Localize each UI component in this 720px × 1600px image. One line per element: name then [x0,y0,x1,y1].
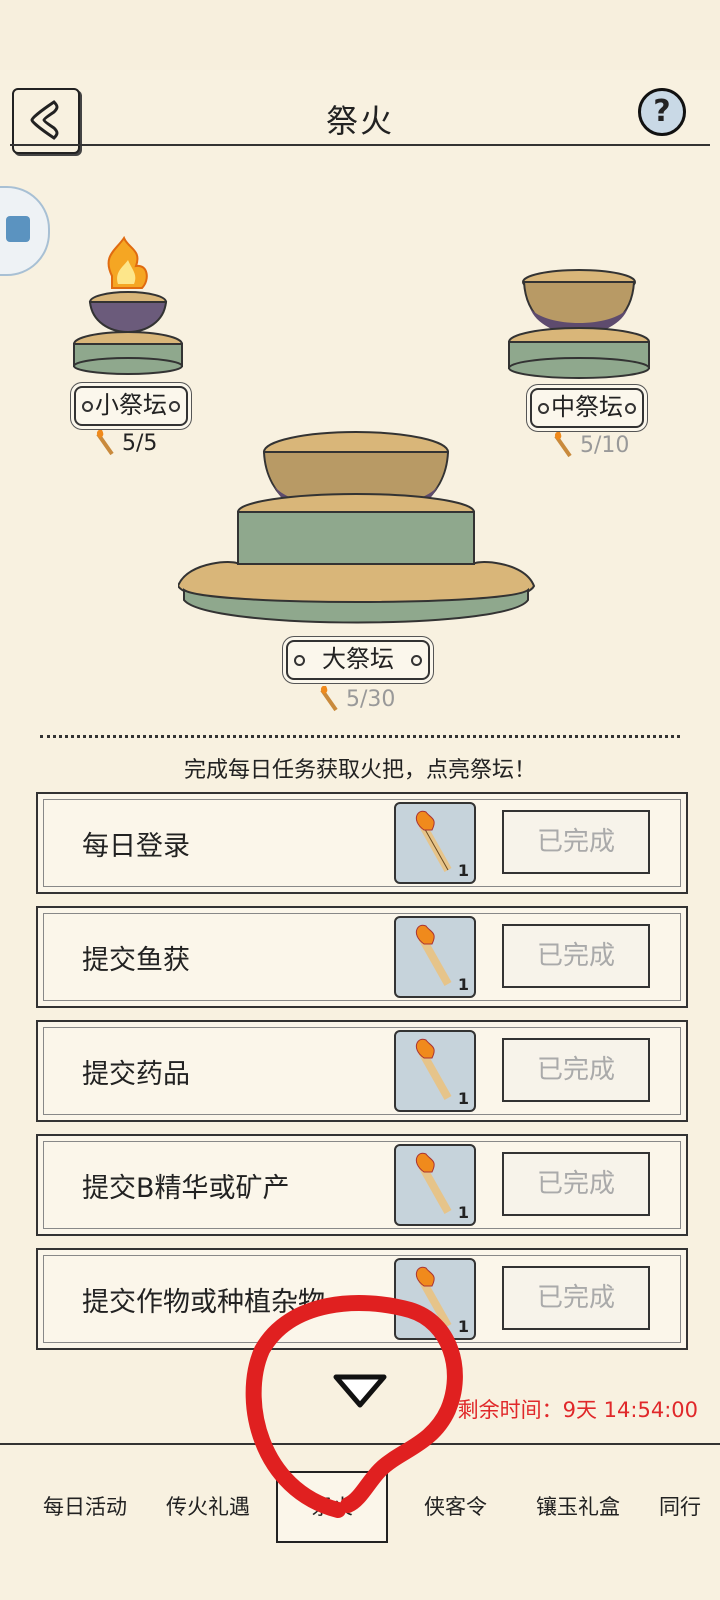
small-altar[interactable] [72,236,184,382]
task-label: 提交药品 [82,1059,190,1090]
reward-quantity: 1 [457,1089,469,1108]
tab-jade-box[interactable]: 镶玉礼盒 [536,1491,620,1521]
large-altar[interactable] [178,420,538,640]
header-divider [10,144,710,146]
tab-hero-pass[interactable]: 侠客令 [424,1491,487,1521]
section-divider [40,735,680,738]
tab-daily-activity[interactable]: 每日活动 [43,1491,127,1521]
bottom-area: 剩余时间：9天 14:54:00 每日活动 传火礼遇 祭火 侠客令 镶玉礼盒 同… [0,1340,720,1600]
task-status-button[interactable]: 已完成 [502,924,650,988]
task-status-button[interactable]: 已完成 [502,810,650,874]
task-label: 提交鱼获 [82,945,190,976]
small-altar-count: 5/5 [94,430,157,458]
task-row: 提交作物或种植杂物 1 已完成 [36,1248,688,1350]
large-altar-count-value: 5/30 [346,687,396,712]
reward-torch[interactable]: 1 [394,1258,476,1340]
task-label: 每日登录 [82,831,190,862]
header: 祭火 ? [0,70,720,154]
medium-altar-label: 中祭坛 [530,388,644,428]
torch-icon [415,810,452,872]
reward-quantity: 1 [457,1317,469,1336]
side-tab-icon [6,216,30,242]
task-row: 提交药品 1 已完成 [36,1020,688,1122]
bottom-tab-bar: 每日活动 传火礼遇 祭火 侠客令 镶玉礼盒 同行 [0,1455,720,1545]
status-bar-area [0,0,720,70]
torch-icon [96,430,114,456]
tab-fire-gift[interactable]: 传火礼遇 [166,1491,250,1521]
page-title: 祭火 [325,102,394,140]
task-row: 提交B精华或矿产 1 已完成 [36,1134,688,1236]
tab-fire-ritual[interactable]: 祭火 [276,1471,388,1543]
help-button[interactable]: ? [638,88,686,136]
remaining-time: 剩余时间：9天 14:54:00 [457,1398,698,1422]
task-status-button[interactable]: 已完成 [502,1266,650,1330]
torch-icon [415,1266,452,1328]
task-label: 提交作物或种植杂物 [82,1287,325,1318]
reward-torch[interactable]: 1 [394,1030,476,1112]
medium-altar-count-value: 5/10 [580,433,630,458]
reward-quantity: 1 [457,861,469,880]
task-hint: 完成每日任务获取火把，点亮祭坛！ [183,758,536,783]
reward-torch[interactable]: 1 [394,916,476,998]
reward-torch[interactable]: 1 [394,802,476,884]
task-row: 提交鱼获 1 已完成 [36,906,688,1008]
torch-icon [554,432,572,458]
small-altar-label: 小祭坛 [74,386,188,426]
tab-companion[interactable]: 同行 [659,1491,701,1521]
chevron-down-icon[interactable] [332,1373,388,1409]
reward-quantity: 1 [457,1203,469,1222]
torch-icon [320,686,338,712]
large-altar-count: 5/30 [318,686,395,714]
medium-altar[interactable] [506,268,652,380]
torch-icon [415,1038,452,1100]
torch-icon [415,924,452,986]
reward-torch[interactable]: 1 [394,1144,476,1226]
medium-altar-count: 5/10 [552,432,629,460]
reward-quantity: 1 [457,975,469,994]
torch-icon [415,1152,452,1214]
small-altar-count-value: 5/5 [122,431,158,456]
side-floating-tab[interactable] [0,186,50,276]
bottom-divider [0,1443,720,1445]
task-status-button[interactable]: 已完成 [502,1152,650,1216]
large-altar-label: 大祭坛 [286,640,430,680]
task-label: 提交B精华或矿产 [82,1173,290,1204]
task-status-button[interactable]: 已完成 [502,1038,650,1102]
task-row: 每日登录 1 已完成 [36,792,688,894]
